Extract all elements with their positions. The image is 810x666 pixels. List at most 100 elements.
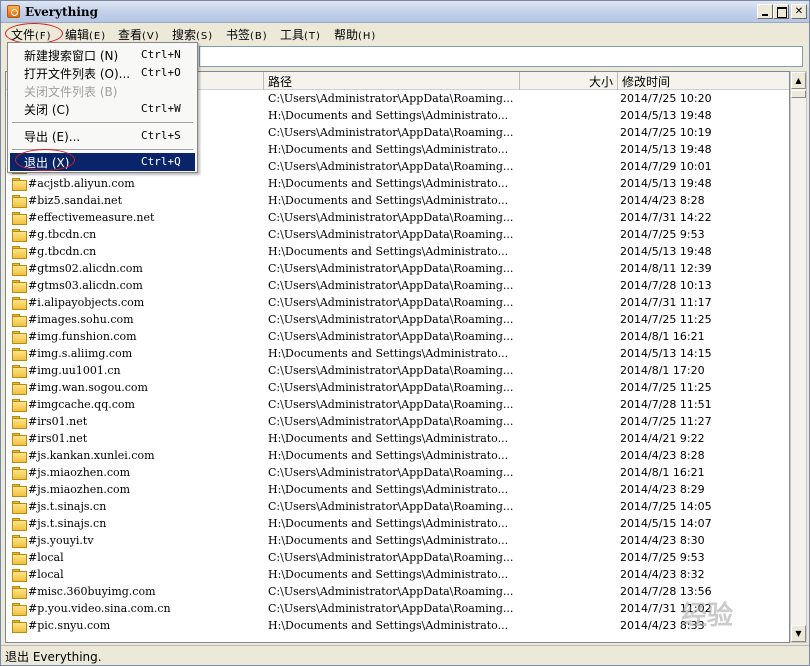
menu-tools[interactable]: 工具(T) [280,26,321,43]
menu-item-shortcut: Ctrl+O [141,66,181,79]
folder-icon [12,195,27,208]
table-row[interactable]: #imgcache.qq.com C:\Users\Administrator\A… [6,396,789,413]
row-date: 2014/7/25 11:27 [620,415,712,428]
table-row[interactable]: #local H:\Documents and Settings\Administ… [6,566,789,583]
row-name: #local [28,551,64,564]
row-path: H:\Documents and Settings\Administrato..… [268,432,509,445]
table-row[interactable]: #js.miaozhen.com C:\Users\Administrator\A… [6,464,789,481]
folder-icon [12,212,27,225]
folder-icon [12,331,27,344]
row-path: H:\Documents and Settings\Administrato..… [268,109,509,122]
vertical-scrollbar[interactable]: ▲ ▼ [790,71,807,643]
menu-separator [12,122,193,124]
table-row[interactable]: #p.you.video.sina.com.cn C:\Users\Adminis… [6,600,789,617]
folder-icon [12,569,27,582]
highlight-circle-exit [15,149,75,171]
menu-bar: 文件(F) 编辑(E) 查看(V) 搜索(S) 书签(B) 工具(T) 帮助(H… [1,23,809,43]
app-window: Everything ✕ 文件(F) 编辑(E) 查看(V) 搜索(S) 书签(… [0,0,810,666]
row-name: #js.t.sinajs.cn [28,517,107,530]
menu-search[interactable]: 搜索(S) [172,26,213,43]
menu-view[interactable]: 查看(V) [118,26,160,43]
menu-open-file-list[interactable]: 打开文件列表 (O)... Ctrl+O [10,64,195,82]
folder-icon [12,280,27,293]
table-row[interactable]: #js.t.sinajs.cn C:\Users\Administrator\Ap… [6,498,789,515]
table-row[interactable]: #images.sohu.com C:\Users\Administrator\A… [6,311,789,328]
table-row[interactable]: #js.kankan.xunlei.com H:\Documents and Se… [6,447,789,464]
menu-view-label: 查看 [118,28,143,42]
menu-item-label: 关闭文件列表 (B) [24,85,118,99]
row-date: 2014/7/25 11:25 [620,381,712,394]
folder-icon [12,518,27,531]
table-row[interactable]: #img.funshion.com C:\Users\Administrator\… [6,328,789,345]
table-row[interactable]: #pic.snyu.com H:\Documents and Settings\A… [6,617,789,634]
folder-icon [12,365,27,378]
row-date: 2014/4/21 9:22 [620,432,705,445]
table-row[interactable]: #gtms02.alicdn.com C:\Users\Administrator… [6,260,789,277]
row-name: #js.kankan.xunlei.com [28,449,155,462]
table-row[interactable]: #img.s.aliimg.com H:\Documents and Settin… [6,345,789,362]
row-path: C:\Users\Administrator\AppData\Roaming..… [268,296,514,309]
table-row[interactable]: #effectivemeasure.net C:\Users\Administra… [6,209,789,226]
menu-export[interactable]: 导出 (E)... Ctrl+S [10,127,195,145]
maximize-button[interactable] [773,4,789,19]
menu-search-label: 搜索 [172,28,197,42]
folder-icon [12,229,27,242]
menu-new-search-window[interactable]: 新建搜索窗口 (N) Ctrl+N [10,46,195,64]
menu-tools-label: 工具 [280,28,305,42]
table-row[interactable]: #g.tbcdn.cn C:\Users\Administrator\AppDat… [6,226,789,243]
table-row[interactable]: #img.uu1001.cn C:\Users\Administrator\App… [6,362,789,379]
table-row[interactable]: #irs01.net C:\Users\Administrator\AppData… [6,413,789,430]
menu-tools-accel: (T) [304,31,321,42]
menu-bookmarks[interactable]: 书签(B) [226,26,268,43]
row-path: C:\Users\Administrator\AppData\Roaming..… [268,466,514,479]
menu-close-file-list: 关闭文件列表 (B) [10,82,195,100]
row-name: #gtms03.alicdn.com [28,279,143,292]
menu-close[interactable]: 关闭 (C) Ctrl+W [10,100,195,118]
column-path-header[interactable]: 路径 [264,72,520,90]
table-row[interactable]: #misc.360buyimg.com C:\Users\Administrato… [6,583,789,600]
column-size-header[interactable]: 大小 [520,72,618,90]
row-name: #img.funshion.com [28,330,137,343]
folder-icon [12,501,27,514]
row-name: #i.alipayobjects.com [28,296,145,309]
table-row[interactable]: #gtms03.alicdn.com C:\Users\Administrator… [6,277,789,294]
table-row[interactable]: #js.miaozhen.com H:\Documents and Setting… [6,481,789,498]
row-name: #js.youyi.tv [28,534,94,547]
table-row[interactable]: #js.youyi.tv H:\Documents and Settings\Ad… [6,532,789,549]
row-date: 2014/4/23 8:29 [620,483,705,496]
row-name: #imgcache.qq.com [28,398,135,411]
row-date: 2014/5/13 14:15 [620,347,712,360]
table-row[interactable]: #i.alipayobjects.com C:\Users\Administrat… [6,294,789,311]
row-date: 2014/8/1 16:21 [620,466,705,479]
row-name: #img.uu1001.cn [28,364,121,377]
row-path: C:\Users\Administrator\AppData\Roaming..… [268,92,514,105]
row-path: H:\Documents and Settings\Administrato..… [268,347,509,360]
folder-icon [12,263,27,276]
menu-edit-accel: (E) [89,31,107,42]
menu-item-shortcut: Ctrl+Q [141,155,181,168]
row-date: 2014/8/1 17:20 [620,364,705,377]
table-row[interactable]: #img.wan.sogou.com C:\Users\Administrator… [6,379,789,396]
table-row[interactable]: #g.tbcdn.cn H:\Documents and Settings\Adm… [6,243,789,260]
folder-icon [12,433,27,446]
row-date: 2014/7/25 9:53 [620,551,705,564]
title-bar[interactable]: Everything ✕ [1,1,809,23]
minimize-button[interactable] [757,4,773,19]
scroll-down-button[interactable]: ▼ [791,625,806,642]
row-path: H:\Documents and Settings\Administrato..… [268,177,509,190]
table-row[interactable]: #biz5.sandai.net H:\Documents and Setting… [6,192,789,209]
menu-item-shortcut: Ctrl+S [141,129,181,142]
close-button[interactable]: ✕ [791,4,807,19]
menu-edit[interactable]: 编辑(E) [65,26,106,43]
menu-help[interactable]: 帮助(H) [334,26,376,43]
table-row[interactable]: #acjstb.aliyun.com H:\Documents and Setti… [6,175,789,192]
row-path: C:\Users\Administrator\AppData\Roaming..… [268,398,514,411]
search-input[interactable] [199,46,803,67]
table-row[interactable]: #js.t.sinajs.cn H:\Documents and Settings… [6,515,789,532]
table-row[interactable]: #local C:\Users\Administrator\AppData\Roa… [6,549,789,566]
column-date-header[interactable]: 修改时间 [618,72,789,90]
scroll-up-button[interactable]: ▲ [791,72,806,89]
table-row[interactable]: #irs01.net H:\Documents and Settings\Admi… [6,430,789,447]
scroll-thumb[interactable] [791,90,806,98]
menu-item-shortcut: Ctrl+W [141,102,181,115]
